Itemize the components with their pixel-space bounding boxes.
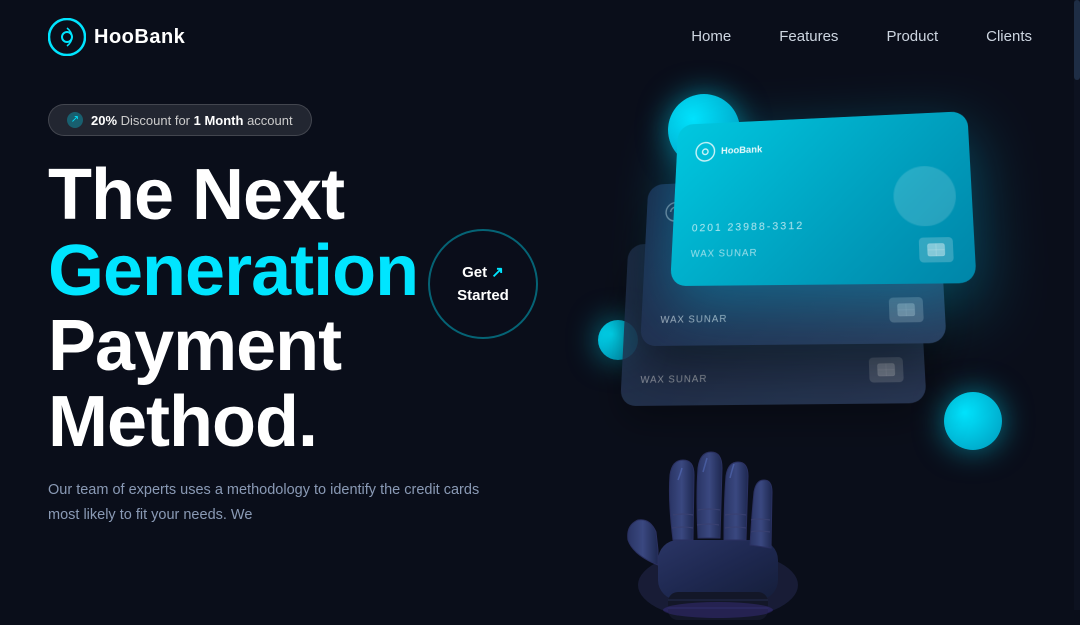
orb-bottom-right bbox=[944, 392, 1002, 450]
nav-features-link[interactable]: Features bbox=[779, 28, 838, 45]
scrollbar[interactable] bbox=[1074, 0, 1080, 610]
payment-card-1: HooBank 0201 23988-3312 WAX SUNAR bbox=[670, 111, 976, 286]
chip-icon bbox=[875, 361, 897, 378]
hero-section: ↗ 20% Discount for 1 Month account The N… bbox=[0, 74, 1080, 610]
get-started-wrapper: Get ↗ Started bbox=[428, 229, 538, 339]
hero-right: HooBank WAX SUNAR bbox=[568, 84, 1032, 610]
hero-description: Our team of experts uses a methodology t… bbox=[48, 478, 488, 527]
get-started-button[interactable]: Get ↗ Started bbox=[428, 229, 538, 339]
brand-logo[interactable]: HooBank bbox=[48, 18, 185, 56]
brand-name: HooBank bbox=[94, 26, 185, 49]
nav-product-link[interactable]: Product bbox=[886, 28, 938, 45]
card3-holder: WAX SUNAR bbox=[640, 374, 707, 386]
card1-top: HooBank bbox=[695, 131, 949, 162]
nav-links: Home Features Product Clients bbox=[691, 28, 1032, 46]
nav-home-link[interactable]: Home bbox=[691, 28, 731, 45]
get-started-label2: Started bbox=[457, 285, 509, 306]
badge-arrow-icon: ↗ bbox=[67, 112, 83, 128]
card1-logo: HooBank bbox=[695, 139, 763, 162]
card1-logo-icon bbox=[695, 141, 716, 162]
robot-hand-svg bbox=[578, 400, 858, 620]
chip-icon2 bbox=[895, 301, 917, 318]
robot-hand bbox=[578, 400, 858, 620]
get-started-label: Get ↗ bbox=[462, 262, 504, 283]
heading-line1: The Next bbox=[48, 158, 568, 234]
card3-chip bbox=[869, 357, 904, 383]
card2-bottom: WAX SUNAR bbox=[660, 297, 924, 326]
chip-icon3 bbox=[925, 241, 947, 258]
discount-badge: ↗ 20% Discount for 1 Month account bbox=[48, 104, 312, 136]
card2-chip bbox=[889, 297, 924, 323]
card2-holder: WAX SUNAR bbox=[660, 314, 727, 326]
nav-clients-link[interactable]: Clients bbox=[986, 28, 1032, 45]
card1-chip bbox=[919, 237, 954, 263]
hero-left: ↗ 20% Discount for 1 Month account The N… bbox=[48, 84, 568, 528]
hoobank-logo-icon bbox=[48, 18, 86, 56]
card1-holder: WAX SUNAR bbox=[690, 247, 757, 259]
heading-line4: Method. bbox=[48, 385, 568, 461]
navbar: HooBank Home Features Product Clients bbox=[0, 0, 1080, 74]
badge-percent: 20% Discount for 1 Month account bbox=[91, 113, 293, 128]
cards-stack: HooBank WAX SUNAR bbox=[628, 114, 968, 374]
card3-bottom: WAX SUNAR bbox=[640, 357, 904, 386]
